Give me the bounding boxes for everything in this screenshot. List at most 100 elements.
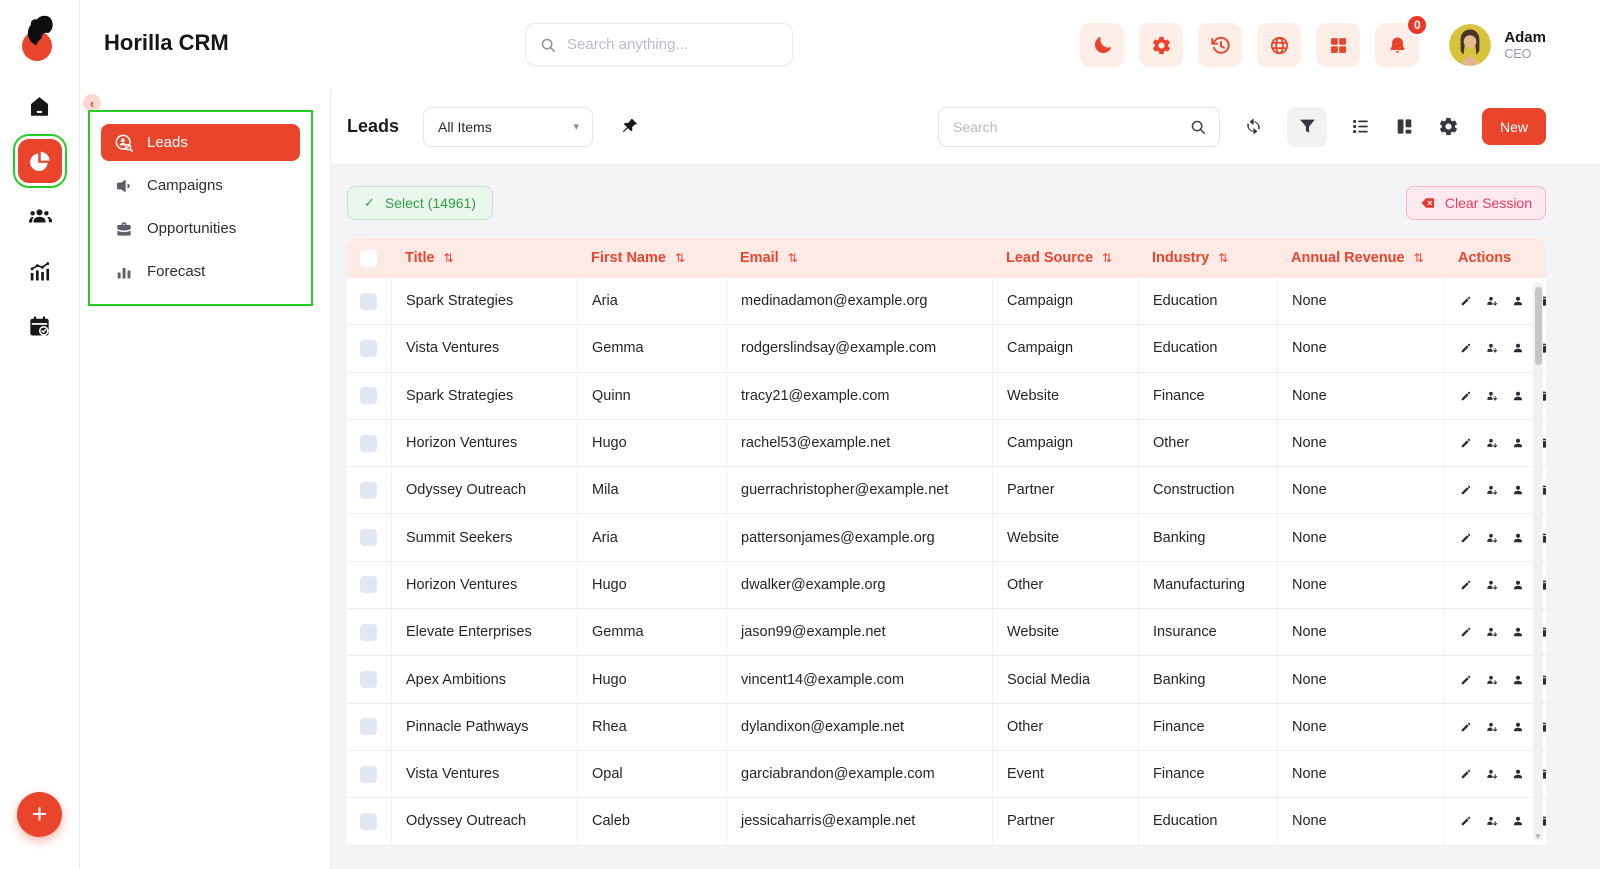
row-checkbox[interactable] — [360, 529, 377, 546]
view-filter-dropdown[interactable]: All Items ▾ — [423, 107, 593, 147]
convert-to-contact-icon[interactable] — [1486, 390, 1498, 402]
column-header-first-name[interactable]: First Name⇅ — [577, 250, 726, 266]
table-row[interactable]: Odyssey Outreach Caleb jessicaharris@exa… — [347, 798, 1546, 845]
convert-to-account-icon[interactable] — [1512, 626, 1524, 638]
global-search[interactable] — [525, 23, 793, 66]
language-button[interactable] — [1257, 23, 1301, 67]
convert-to-contact-icon[interactable] — [1486, 626, 1498, 638]
edit-icon[interactable] — [1460, 626, 1472, 638]
horilla-logo[interactable] — [16, 10, 64, 64]
row-checkbox[interactable] — [360, 671, 377, 688]
nav-analytics[interactable] — [18, 249, 62, 293]
table-row[interactable]: Odyssey Outreach Mila guerrachristopher@… — [347, 467, 1546, 514]
settings-button[interactable] — [1139, 23, 1183, 67]
convert-to-contact-icon[interactable] — [1486, 295, 1498, 307]
edit-icon[interactable] — [1460, 768, 1472, 780]
edit-icon[interactable] — [1460, 579, 1472, 591]
row-checkbox[interactable] — [360, 718, 377, 735]
convert-to-contact-icon[interactable] — [1486, 721, 1498, 733]
avatar[interactable] — [1449, 24, 1491, 66]
convert-to-contact-icon[interactable] — [1486, 484, 1498, 496]
convert-to-contact-icon[interactable] — [1486, 815, 1498, 827]
apps-button[interactable] — [1316, 23, 1360, 67]
table-row[interactable]: Horizon Ventures Hugo dwalker@example.or… — [347, 562, 1546, 609]
table-row[interactable]: Elevate Enterprises Gemma jason99@exampl… — [347, 609, 1546, 656]
menu-item-opportunities[interactable]: Opportunities — [101, 210, 300, 247]
convert-to-account-icon[interactable] — [1512, 815, 1524, 827]
new-lead-button[interactable]: New — [1482, 108, 1546, 145]
convert-to-account-icon[interactable] — [1512, 579, 1524, 591]
row-checkbox[interactable] — [360, 482, 377, 499]
sort-icon[interactable]: ⇅ — [1102, 251, 1112, 265]
nav-home[interactable] — [18, 84, 62, 128]
convert-to-contact-icon[interactable] — [1486, 532, 1498, 544]
table-row[interactable]: Vista Ventures Opal garciabrandon@exampl… — [347, 751, 1546, 798]
convert-to-account-icon[interactable] — [1512, 437, 1524, 449]
scrollbar-thumb[interactable] — [1535, 287, 1542, 365]
user-menu[interactable]: Adam CEO — [1449, 24, 1546, 66]
table-row[interactable]: Spark Strategies Quinn tracy21@example.c… — [347, 373, 1546, 420]
edit-icon[interactable] — [1460, 815, 1472, 827]
edit-icon[interactable] — [1460, 674, 1472, 686]
row-checkbox[interactable] — [360, 387, 377, 404]
convert-to-contact-icon[interactable] — [1486, 674, 1498, 686]
sort-icon[interactable]: ⇅ — [444, 251, 454, 265]
column-header-email[interactable]: Email⇅ — [726, 250, 992, 266]
menu-item-campaigns[interactable]: Campaigns — [101, 167, 300, 204]
column-header-industry[interactable]: Industry⇅ — [1138, 250, 1277, 266]
pin-view-button[interactable] — [620, 117, 639, 136]
column-header-title[interactable]: Title⇅ — [391, 250, 577, 266]
convert-to-account-icon[interactable] — [1512, 295, 1524, 307]
convert-to-account-icon[interactable] — [1512, 721, 1524, 733]
table-row[interactable]: Pinnacle Pathways Rhea dylandixon@exampl… — [347, 704, 1546, 751]
table-scrollbar[interactable]: ▼ — [1533, 282, 1543, 841]
convert-to-account-icon[interactable] — [1512, 484, 1524, 496]
column-header-annual-revenue[interactable]: Annual Revenue⇅ — [1277, 250, 1444, 266]
table-row[interactable]: Horizon Ventures Hugo rachel53@example.n… — [347, 420, 1546, 467]
row-checkbox[interactable] — [360, 624, 377, 641]
edit-icon[interactable] — [1460, 295, 1472, 307]
dark-mode-button[interactable] — [1080, 23, 1124, 67]
table-row[interactable]: Vista Ventures Gemma rodgerslindsay@exam… — [347, 325, 1546, 372]
menu-item-leads[interactable]: Leads — [101, 124, 300, 161]
convert-to-contact-icon[interactable] — [1486, 768, 1498, 780]
edit-icon[interactable] — [1460, 390, 1472, 402]
edit-icon[interactable] — [1460, 532, 1472, 544]
history-button[interactable] — [1198, 23, 1242, 67]
sort-icon[interactable]: ⇅ — [788, 251, 798, 265]
sort-icon[interactable]: ⇅ — [1414, 251, 1424, 265]
edit-icon[interactable] — [1460, 484, 1472, 496]
menu-item-forecast[interactable]: Forecast — [101, 253, 300, 290]
quick-add-button[interactable]: + — [17, 792, 62, 837]
column-header-lead-source[interactable]: Lead Source⇅ — [992, 250, 1138, 266]
convert-to-account-icon[interactable] — [1512, 768, 1524, 780]
sort-icon[interactable]: ⇅ — [675, 251, 685, 265]
nav-employees[interactable] — [18, 194, 62, 238]
sort-icon[interactable]: ⇅ — [1218, 251, 1228, 265]
scrollbar-down-arrow[interactable]: ▼ — [1533, 832, 1543, 841]
table-search-input[interactable] — [953, 119, 1181, 135]
row-checkbox[interactable] — [360, 340, 377, 357]
table-search[interactable] — [938, 107, 1220, 147]
convert-to-contact-icon[interactable] — [1486, 437, 1498, 449]
convert-to-account-icon[interactable] — [1512, 390, 1524, 402]
row-checkbox[interactable] — [360, 293, 377, 310]
row-checkbox[interactable] — [360, 766, 377, 783]
notifications-button[interactable]: 0 — [1375, 23, 1419, 67]
filter-button[interactable] — [1287, 107, 1327, 147]
table-row[interactable]: Spark Strategies Aria medinadamon@exampl… — [347, 278, 1546, 325]
table-row[interactable]: Apex Ambitions Hugo vincent14@example.co… — [347, 656, 1546, 703]
edit-icon[interactable] — [1460, 721, 1472, 733]
convert-to-account-icon[interactable] — [1512, 342, 1524, 354]
convert-to-contact-icon[interactable] — [1486, 579, 1498, 591]
select-all-checkbox[interactable] — [360, 250, 377, 267]
table-row[interactable]: Summit Seekers Aria pattersonjames@examp… — [347, 514, 1546, 561]
kanban-view-button[interactable] — [1394, 116, 1415, 137]
edit-icon[interactable] — [1460, 437, 1472, 449]
row-checkbox[interactable] — [360, 813, 377, 830]
nav-attendance[interactable] — [18, 304, 62, 348]
row-checkbox[interactable] — [360, 576, 377, 593]
convert-to-account-icon[interactable] — [1512, 674, 1524, 686]
list-view-button[interactable] — [1350, 116, 1371, 137]
select-all-button[interactable]: ✓ Select (14961) — [347, 186, 493, 220]
